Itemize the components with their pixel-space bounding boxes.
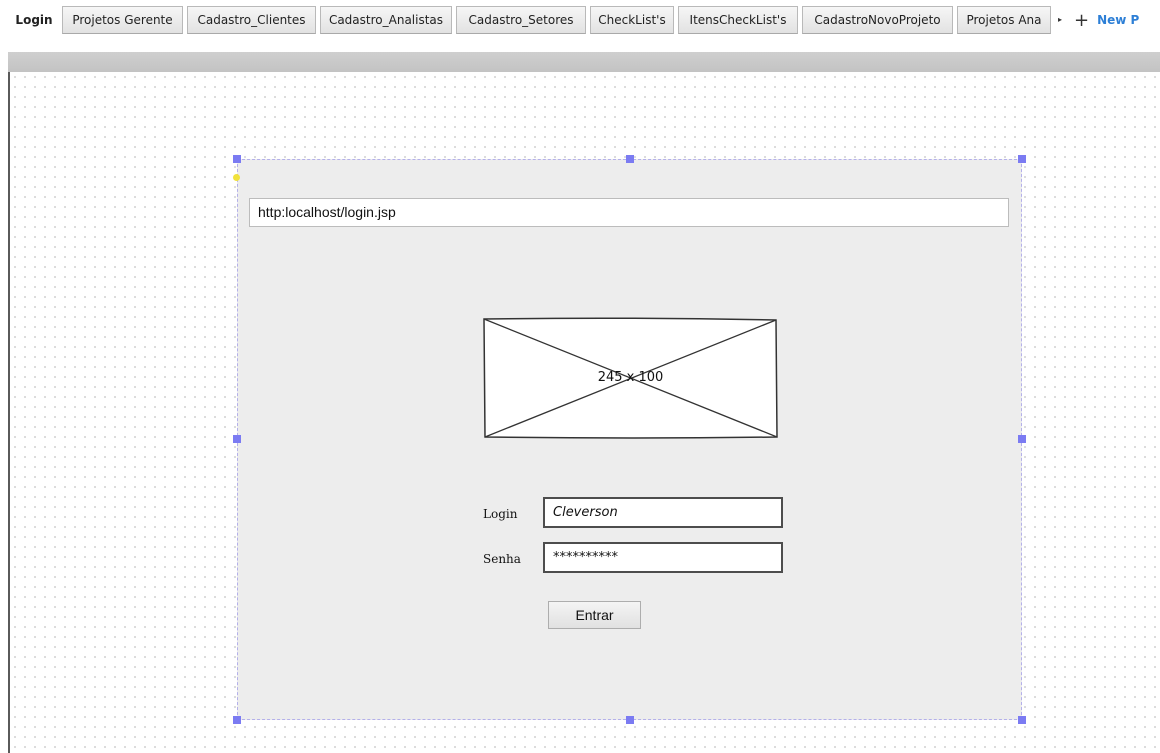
new-page-label: New P xyxy=(1097,13,1140,27)
new-page-button[interactable]: + New P xyxy=(1074,6,1139,34)
password-label: Senha xyxy=(483,552,521,566)
tab-cadastro-clientes[interactable]: Cadastro_Clientes xyxy=(187,6,316,34)
resize-handle-right[interactable] xyxy=(1018,435,1026,443)
entrar-button[interactable]: Entrar xyxy=(548,601,641,629)
password-input[interactable]: ********** xyxy=(543,542,783,573)
resize-handle-bottom-right[interactable] xyxy=(1018,716,1026,724)
page-tab-bar: Login Projetos Gerente Cadastro_Clientes… xyxy=(0,0,1160,40)
image-placeholder-label: 245 x 100 xyxy=(597,370,664,385)
tab-checklists[interactable]: CheckList's xyxy=(590,6,674,34)
anchor-point[interactable] xyxy=(233,174,240,181)
tab-projetos-gerente[interactable]: Projetos Gerente xyxy=(62,6,183,34)
chevron-right-icon[interactable]: ▸ xyxy=(1053,6,1067,34)
resize-handle-top[interactable] xyxy=(626,155,634,163)
tab-login[interactable]: Login xyxy=(8,6,60,34)
login-label: Login xyxy=(483,507,518,521)
resize-handle-bottom[interactable] xyxy=(626,716,634,724)
canvas-top-strip xyxy=(8,52,1160,72)
tab-cadastro-analistas[interactable]: Cadastro_Analistas xyxy=(320,6,452,34)
resize-handle-bottom-left[interactable] xyxy=(233,716,241,724)
resize-handle-left[interactable] xyxy=(233,435,241,443)
browser-url-field[interactable]: http:localhost/login.jsp xyxy=(249,198,1009,227)
plus-icon: + xyxy=(1074,10,1090,31)
tab-itens-checklists[interactable]: ItensCheckList's xyxy=(678,6,798,34)
tab-cadastro-novo-projeto[interactable]: CadastroNovoProjeto xyxy=(802,6,953,34)
login-input[interactable]: Cleverson xyxy=(543,497,783,528)
resize-handle-top-left[interactable] xyxy=(233,155,241,163)
tab-cadastro-setores[interactable]: Cadastro_Setores xyxy=(456,6,586,34)
tab-projetos-analista[interactable]: Projetos Ana xyxy=(957,6,1051,34)
resize-handle-top-right[interactable] xyxy=(1018,155,1026,163)
